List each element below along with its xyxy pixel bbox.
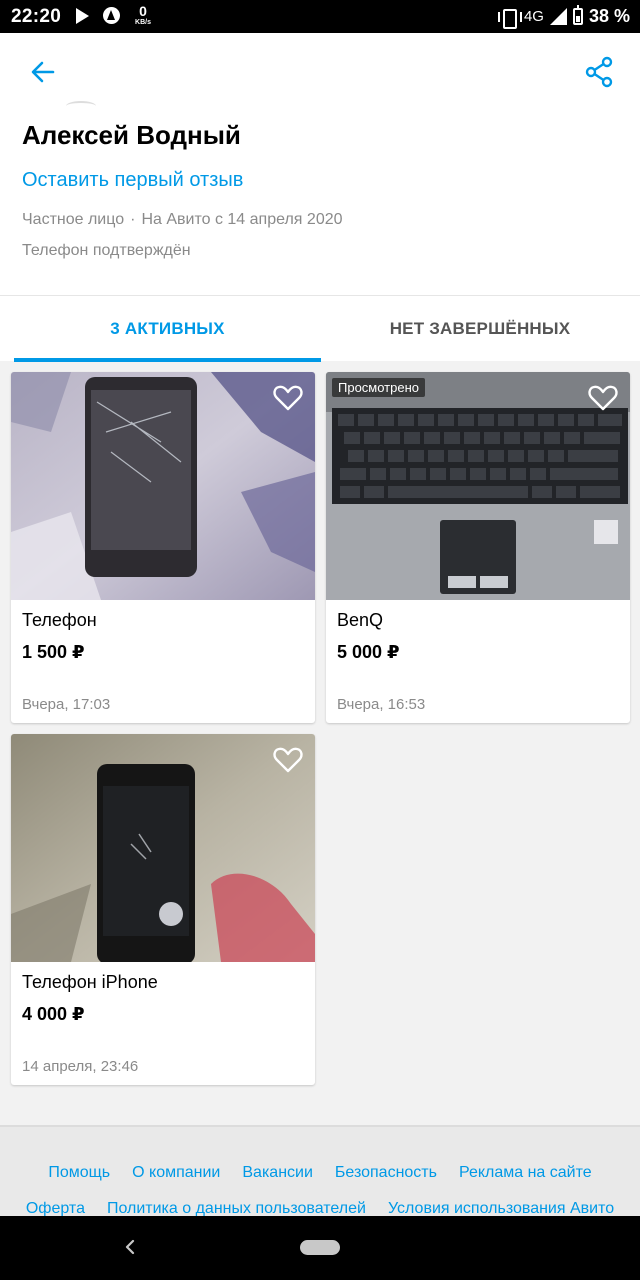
share-icon bbox=[585, 56, 613, 88]
tab-active-listings[interactable]: 3 АКТИВНЫХ bbox=[14, 296, 321, 362]
play-icon bbox=[76, 8, 89, 24]
network-speed-value: 0 bbox=[139, 3, 147, 19]
viewed-badge: Просмотрено bbox=[332, 378, 426, 397]
chevron-left-icon bbox=[125, 1239, 135, 1255]
listing-photo: Просмотрено bbox=[326, 372, 630, 600]
battery-percent: 38 % bbox=[588, 6, 630, 26]
share-button[interactable] bbox=[584, 55, 614, 89]
listing-card[interactable]: Телефон 1 500 ₽ Вчера, 17:03 bbox=[11, 372, 315, 723]
footer-links-row: Оферта Политика о данных пользователей У… bbox=[0, 1200, 640, 1216]
seller-type: Частное лицо bbox=[22, 211, 125, 228]
footer-link-terms[interactable]: Условия использования Авито bbox=[388, 1200, 614, 1216]
footer-link-privacy[interactable]: Политика о данных пользователей bbox=[107, 1200, 366, 1216]
heart-icon bbox=[588, 385, 618, 411]
listing-card[interactable]: Телефон iPhone 4 000 ₽ 14 апреля, 23:46 bbox=[11, 734, 315, 1085]
listing-title: Телефон bbox=[22, 610, 97, 630]
footer-link-ads[interactable]: Реклама на сайте bbox=[459, 1164, 592, 1182]
heart-icon bbox=[273, 385, 303, 411]
listing-title: Телефон iPhone bbox=[22, 972, 158, 992]
listing-date: 14 апреля, 23:46 bbox=[22, 1058, 139, 1075]
profile-header: Алексей Водный Оставить первый отзыв Час… bbox=[0, 33, 640, 295]
nav-home-pill[interactable] bbox=[300, 1240, 340, 1255]
network-speed: 0 KB/s bbox=[131, 4, 155, 26]
battery-icon bbox=[572, 5, 583, 25]
nav-back-button[interactable] bbox=[124, 1238, 136, 1256]
listing-price: 5 000 ₽ bbox=[337, 642, 400, 662]
footer-link-about[interactable]: О компании bbox=[132, 1164, 220, 1182]
listing-photo bbox=[11, 372, 315, 600]
avito-notification-icon bbox=[103, 7, 120, 24]
phone-verified-status: Телефон подтверждён bbox=[22, 242, 191, 259]
status-time: 22:20 bbox=[11, 6, 62, 27]
footer-link-vacancies[interactable]: Вакансии bbox=[242, 1164, 313, 1182]
system-nav-bar bbox=[0, 1216, 640, 1280]
site-footer: Помощь О компании Вакансии Безопасность … bbox=[0, 1125, 640, 1216]
heart-icon bbox=[273, 747, 303, 773]
listing-price: 4 000 ₽ bbox=[22, 1004, 85, 1024]
back-button[interactable] bbox=[26, 55, 60, 89]
profile-name: Алексей Водный bbox=[22, 120, 241, 150]
tab-completed-listings[interactable]: НЕТ ЗАВЕРШЁННЫХ bbox=[320, 296, 640, 362]
vibrate-icon bbox=[497, 8, 522, 29]
listing-date: Вчера, 16:53 bbox=[337, 696, 426, 713]
footer-link-help[interactable]: Помощь bbox=[48, 1164, 110, 1182]
favorite-button[interactable] bbox=[273, 746, 303, 774]
signal-icon bbox=[549, 8, 567, 25]
favorite-button[interactable] bbox=[273, 384, 303, 412]
footer-links-row: Помощь О компании Вакансии Безопасность … bbox=[0, 1164, 640, 1182]
favorite-button[interactable] bbox=[588, 384, 618, 412]
profile-meta: Частное лицо · На Авито с 14 апреля 2020 bbox=[22, 211, 343, 229]
member-since: На Авито с 14 апреля 2020 bbox=[141, 211, 343, 228]
network-type: 4G bbox=[523, 8, 544, 25]
listing-card[interactable]: Просмотрено BenQ 5 000 ₽ Вчера, 16:53 bbox=[326, 372, 630, 723]
listing-price: 1 500 ₽ bbox=[22, 642, 85, 662]
status-right-group: 4G 38 % bbox=[497, 5, 630, 29]
avatar bbox=[66, 101, 96, 111]
leave-review-link[interactable]: Оставить первый отзыв bbox=[22, 169, 243, 192]
listing-photo bbox=[11, 734, 315, 962]
footer-link-security[interactable]: Безопасность bbox=[335, 1164, 437, 1182]
listing-title: BenQ bbox=[337, 610, 384, 630]
active-tab-indicator bbox=[14, 358, 321, 362]
footer-link-offer[interactable]: Оферта bbox=[26, 1200, 85, 1216]
listing-date: Вчера, 17:03 bbox=[22, 696, 111, 713]
status-bar: 22:20 0 KB/s 4G 38 % bbox=[0, 0, 640, 33]
listing-tabs: 3 АКТИВНЫХ НЕТ ЗАВЕРШЁННЫХ bbox=[0, 295, 640, 362]
meta-separator: · bbox=[130, 211, 136, 228]
arrow-left-icon bbox=[31, 61, 55, 83]
network-speed-unit: KB/s bbox=[135, 19, 151, 26]
